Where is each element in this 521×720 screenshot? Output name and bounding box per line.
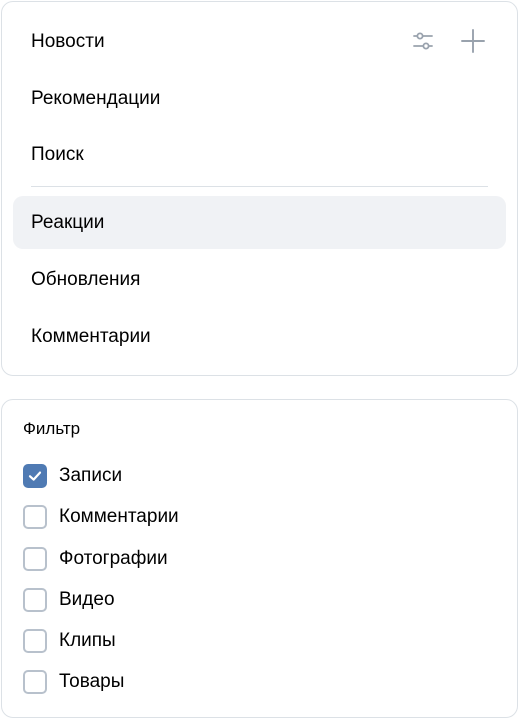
- nav-item-comments[interactable]: Комментарии: [13, 310, 506, 363]
- checkbox[interactable]: [23, 588, 47, 612]
- nav-item-label: Реакции: [31, 211, 105, 233]
- nav-item-search[interactable]: Поиск: [13, 128, 506, 181]
- nav-item-label: Рекомендации: [31, 87, 161, 109]
- checkbox[interactable]: [23, 629, 47, 653]
- checkbox[interactable]: [23, 547, 47, 571]
- filter-option-clips[interactable]: Клипы: [23, 626, 116, 656]
- filter-option-label: Комментарии: [59, 506, 179, 527]
- checkbox[interactable]: [23, 670, 47, 694]
- filter-option-goods[interactable]: Товары: [23, 667, 124, 697]
- nav-divider: [31, 186, 488, 187]
- checkbox-checked[interactable]: [23, 464, 47, 488]
- feed-settings-button[interactable]: [407, 25, 439, 57]
- filter-option-posts[interactable]: Записи: [23, 461, 122, 491]
- filter-option-label: Фотографии: [59, 548, 168, 569]
- checkbox[interactable]: [23, 505, 47, 529]
- filter-option-comments[interactable]: Комментарии: [23, 502, 179, 532]
- nav-item-label: Комментарии: [31, 325, 151, 347]
- nav-item-recommendations[interactable]: Рекомендации: [13, 72, 506, 125]
- filter-option-label: Записи: [59, 465, 123, 486]
- filter-title: Фильтр: [23, 419, 81, 438]
- sliders-icon: [413, 32, 433, 50]
- nav-item-label: Обновления: [31, 268, 141, 290]
- checkmark-icon: [28, 471, 42, 481]
- nav-item-reactions[interactable]: Реакции: [13, 196, 506, 249]
- filter-option-label: Клипы: [59, 630, 116, 651]
- nav-item-updates[interactable]: Обновления: [13, 253, 506, 306]
- filter-option-label: Товары: [59, 671, 125, 692]
- nav-item-label: Новости: [31, 30, 105, 52]
- nav-item-label: Поиск: [31, 143, 84, 165]
- add-feed-button[interactable]: [457, 25, 489, 57]
- filter-option-photos[interactable]: Фотографии: [23, 544, 168, 574]
- plus-icon: [461, 29, 485, 53]
- filter-option-video[interactable]: Видео: [23, 585, 115, 615]
- filter-option-label: Видео: [59, 589, 115, 610]
